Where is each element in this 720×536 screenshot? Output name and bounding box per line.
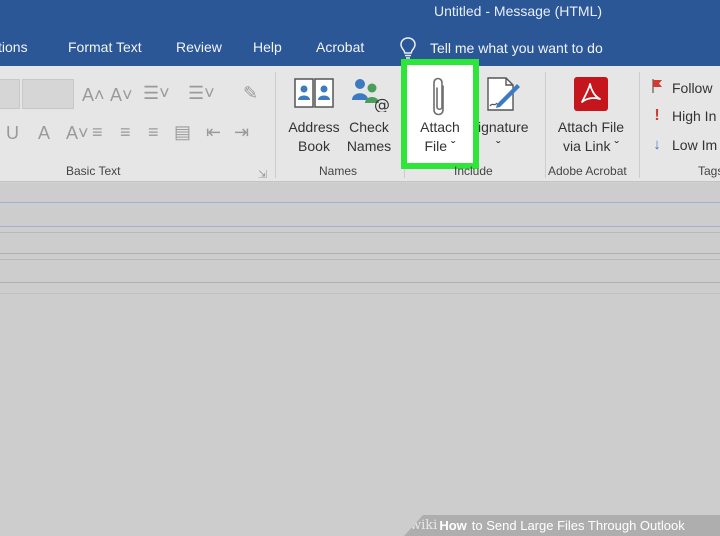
tab-acrobat[interactable]: Acrobat — [316, 39, 364, 55]
tab-format-text[interactable]: Format Text — [68, 39, 142, 55]
decrease-indent-icon[interactable]: ⇤ — [206, 122, 221, 142]
group-label-adobe-acrobat: Adobe Acrobat — [548, 164, 627, 178]
low-importance-button[interactable]: ↓ Low Im — [650, 136, 717, 153]
signature-button[interactable]: ignature ˇ — [478, 118, 538, 156]
ribbon: A˄ A˅ ☰˅ ☰˅ ✎ U A A˅ ≡ ≡ ≡ ▤ ⇤ ⇥ Basic T… — [0, 59, 720, 185]
header-field-divider — [0, 232, 720, 233]
high-importance-label: High In — [672, 108, 717, 124]
header-field-divider — [0, 226, 720, 227]
tab-review[interactable]: Review — [176, 39, 222, 55]
attach-via-link-label-1: Attach File — [557, 119, 625, 135]
header-field-divider — [0, 259, 720, 260]
align-center-icon[interactable]: ≡ — [120, 122, 131, 142]
numbering-icon[interactable]: ☰˅ — [188, 83, 215, 103]
flag-icon — [650, 78, 664, 97]
tell-me-box[interactable]: Tell me what you want to do — [400, 36, 603, 60]
check-names-label-2: Names — [346, 138, 392, 154]
header-field-divider — [0, 202, 720, 203]
group-divider — [639, 72, 640, 178]
low-importance-label: Low Im — [672, 136, 718, 153]
font-color-icon[interactable]: A˅ — [66, 123, 89, 143]
signature-icon — [487, 77, 520, 111]
attach-file-button[interactable]: Attach File ˇ — [410, 118, 470, 156]
header-field-divider — [0, 253, 720, 254]
acrobat-icon — [574, 77, 608, 111]
svg-text:@: @ — [374, 95, 390, 112]
paperclip-icon — [433, 77, 444, 116]
check-names-label-1: Check — [349, 119, 389, 135]
font-name-combo[interactable] — [0, 79, 20, 109]
shrink-font-icon[interactable]: A˅ — [110, 85, 133, 105]
address-book-label-1: Address — [288, 119, 340, 135]
high-importance-button[interactable]: ! High In — [650, 107, 716, 125]
group-label-basic-text: Basic Text — [66, 164, 121, 178]
font-size-combo[interactable] — [22, 79, 74, 109]
follow-up-button[interactable]: Follow — [650, 78, 712, 97]
justify-icon[interactable]: ▤ — [174, 122, 191, 142]
wikihow-watermark: wiki How to Send Large Files Through Out… — [404, 515, 720, 536]
signature-label-1: ignature — [478, 119, 529, 135]
signature-label-2: ˇ — [496, 138, 501, 154]
ribbon-tab-bar: tions Format Text Review Help Acrobat Te… — [0, 30, 720, 66]
check-names-button[interactable]: Check Names — [340, 118, 398, 156]
header-field-divider — [0, 293, 720, 294]
increase-indent-icon[interactable]: ⇥ — [234, 122, 249, 142]
down-arrow-icon: ↓ — [653, 136, 661, 153]
message-body-area[interactable] — [0, 183, 720, 536]
group-label-names: Names — [319, 164, 358, 178]
highlight-color-icon[interactable]: A — [38, 123, 50, 143]
address-book-label-2: Book — [298, 138, 330, 154]
title-bar: Untitled - Message (HTML) — [0, 0, 720, 30]
group-label-tags: Tags — [698, 164, 720, 178]
lightbulb-icon — [400, 37, 416, 59]
align-right-icon[interactable]: ≡ — [148, 122, 159, 142]
align-left-icon[interactable]: ≡ — [92, 122, 103, 142]
address-book-icon — [294, 78, 334, 108]
clear-formatting-icon[interactable]: ✎ — [243, 83, 258, 103]
tab-options[interactable]: tions — [0, 39, 28, 55]
tab-help[interactable]: Help — [253, 39, 282, 55]
attach-file-label-2: File ˇ — [424, 138, 456, 154]
header-field-divider — [0, 282, 720, 283]
window-title: Untitled - Message (HTML) — [434, 3, 603, 19]
watermark-how: How — [439, 518, 467, 533]
group-label-include: Include — [454, 164, 493, 178]
attach-via-link-label-2: via Link ˇ — [562, 138, 620, 154]
group-divider — [545, 72, 546, 178]
address-book-button[interactable]: Address Book — [284, 118, 344, 156]
check-names-icon: @ — [352, 79, 390, 112]
attach-via-link-button[interactable]: Attach File via Link ˇ — [552, 118, 630, 156]
watermark-title: to Send Large Files Through Outlook — [471, 518, 685, 533]
underline-icon[interactable]: U — [6, 123, 19, 143]
attach-file-label-1: Attach — [420, 119, 460, 135]
dialog-launcher-icon[interactable]: ⇲ — [258, 165, 267, 185]
grow-font-icon[interactable]: A˄ — [82, 85, 105, 105]
group-divider — [275, 72, 276, 178]
tell-me-label: Tell me what you want to do — [430, 40, 603, 56]
bullets-icon[interactable]: ☰˅ — [143, 83, 170, 103]
exclamation-icon: ! — [654, 107, 660, 124]
follow-up-label: Follow — [672, 79, 713, 96]
